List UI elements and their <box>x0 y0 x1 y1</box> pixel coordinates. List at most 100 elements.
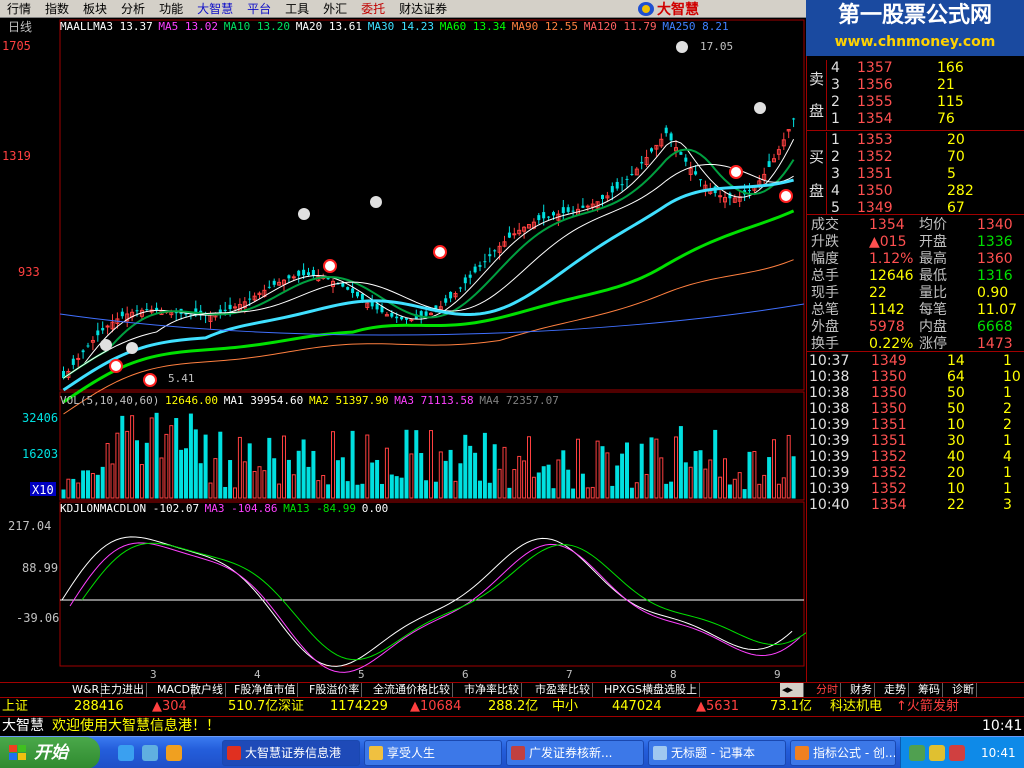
task-gf[interactable]: 广发证券核新... <box>506 740 644 766</box>
ie-icon[interactable] <box>118 745 134 761</box>
tick-row-cell: 1 <box>1003 433 1012 449</box>
tab-pe-compare[interactable]: 市盈率比较 <box>533 683 593 697</box>
stats-row-cell: 0.22% <box>869 336 914 352</box>
menu-tools[interactable]: 工具 <box>278 0 316 18</box>
tray-network-icon[interactable] <box>909 745 925 761</box>
volume-bar <box>443 460 448 499</box>
volume-bar <box>193 429 198 499</box>
sz-label: 深证 <box>278 699 305 714</box>
candle-body <box>86 345 90 347</box>
volume-bar <box>639 443 644 499</box>
side-tab-diagnose[interactable]: 诊断 <box>950 683 977 697</box>
tick-row-cell: 1 <box>1003 385 1012 401</box>
candle-body <box>81 350 85 353</box>
menu-dzh[interactable]: 大智慧 <box>190 0 240 18</box>
vol-legend-item: MA4 72357.07 <box>479 394 558 407</box>
volume-bar <box>350 430 355 499</box>
vol-unit-label: X10 <box>32 483 54 497</box>
candle-body <box>346 287 350 290</box>
tab-fund-nav[interactable]: F股净值市值 <box>232 683 299 697</box>
tick-row-cell: 1352 <box>871 481 907 497</box>
candle-body <box>375 303 379 310</box>
tab-scroll-arrows[interactable]: ◂▸ <box>780 683 804 697</box>
side-tab-chips[interactable]: 筹码 <box>916 683 943 697</box>
stats-row-cell: 1473 <box>977 336 1013 352</box>
candle-body <box>767 161 771 167</box>
task-dzh[interactable]: 大智慧证券信息港 <box>222 740 360 766</box>
menu-sector[interactable]: 板块 <box>76 0 114 18</box>
task-gf-label: 广发证券核新... <box>529 746 613 760</box>
volume-bar <box>267 437 272 499</box>
tray-qq-icon[interactable] <box>929 745 945 761</box>
buy-order-row-cell: 282 <box>947 183 974 199</box>
sell-order-row: 4 1357 166 <box>807 60 1024 76</box>
media-icon[interactable] <box>166 745 182 761</box>
desktop-icon[interactable] <box>142 745 158 761</box>
buy-order-row-cell: 3 <box>831 166 840 182</box>
tab-retail-line[interactable]: 散户线 <box>188 683 226 697</box>
ad-banner[interactable]: 第一股票公式网 www.chnmoney.com <box>806 0 1024 56</box>
x-axis-label: 8 <box>670 668 677 681</box>
start-button[interactable]: 开始 <box>0 737 100 768</box>
tray-security-icon[interactable] <box>949 745 965 761</box>
vol-legend-item: MA1 39954.60 <box>224 394 303 407</box>
smiley-sell-icon <box>370 196 382 208</box>
tick-row-cell: 1349 <box>871 353 907 369</box>
volume-bar <box>404 429 409 499</box>
candle-body <box>444 298 448 303</box>
stats-row-cell: 1340 <box>977 217 1013 233</box>
tab-fund-premium[interactable]: F股溢价率 <box>307 683 363 697</box>
menu-trade[interactable]: 委托 <box>354 0 392 18</box>
tab-hpxgs[interactable]: HPXGS横盘选股上 <box>602 683 700 697</box>
volume-bar <box>218 431 223 499</box>
tick-row-cell: 10:39 <box>809 449 850 465</box>
notepad-icon <box>653 746 667 760</box>
side-tab-finance[interactable]: 财务 <box>848 683 875 697</box>
zx-amount: 73.1亿 <box>770 699 812 714</box>
candle-body <box>488 254 492 257</box>
tray-clock[interactable]: 10:41 <box>981 737 1016 768</box>
stats-row-cell: 1142 <box>869 302 905 318</box>
menu-broker[interactable]: 财达证券 <box>392 0 454 18</box>
task-notepad[interactable]: 无标题 - 记事本 <box>648 740 786 766</box>
menu-function[interactable]: 功能 <box>152 0 190 18</box>
sell-order-row: 2 1355 115 <box>807 94 1024 110</box>
menu-forex[interactable]: 外汇 <box>316 0 354 18</box>
x-axis-label: 3 <box>150 668 157 681</box>
volume-bar <box>698 450 703 499</box>
volume-bar <box>487 482 492 499</box>
menu-analysis[interactable]: 分析 <box>114 0 152 18</box>
vol-legend-item: MA2 51397.90 <box>309 394 388 407</box>
volume-bar <box>272 458 277 499</box>
macd-y-label-high: 217.04 <box>8 519 51 533</box>
menu-quotes[interactable]: 行情 <box>0 0 38 18</box>
tab-pb-compare[interactable]: 市净率比较 <box>462 683 522 697</box>
volume-bar <box>571 488 576 499</box>
kline-chart-area[interactable]: 日线 MAALLMA3 13.37 MA5 13.02 MA10 13.20 MA20… <box>0 18 813 682</box>
tab-main-force[interactable]: 主力进出 <box>98 683 147 697</box>
menu-platform[interactable]: 平台 <box>240 0 278 18</box>
sell-order-row: 1 1354 76 <box>807 111 1024 127</box>
volume-bar <box>747 451 752 499</box>
stats-row-cell: 总笔 <box>811 302 839 318</box>
tick-row-cell: 10 <box>1003 369 1021 385</box>
kline-chart[interactable]: 日线 MAALLMA3 13.37 MA5 13.02 MA10 13.20 MA20… <box>0 18 813 682</box>
index-ticker[interactable]: 上证 288416 ▲304 510.7亿 深证 1174229 ▲10684 … <box>0 697 1024 716</box>
volume-bar <box>482 432 487 499</box>
tick-row-cell: 22 <box>947 497 965 513</box>
volume-bar <box>625 442 629 499</box>
ma-legend-item: MA5 13.02 <box>158 20 218 33</box>
buy-order-row-cell: 4 <box>831 183 840 199</box>
task-formula[interactable]: 指标公式 - 创... <box>790 740 896 766</box>
period-label[interactable]: 日线 <box>8 20 32 34</box>
task-folder[interactable]: 享受人生 <box>364 740 502 766</box>
tick-row-cell: 14 <box>947 353 965 369</box>
macd-legend: KDJLONMACDLON -102.07 MA3 -104.86 MA13 -84… <box>60 502 388 515</box>
zx-change: ▲5631 <box>696 699 740 714</box>
buy-order-row-cell: 1 <box>831 132 840 148</box>
side-tab-intraday[interactable]: 分时 <box>814 683 841 697</box>
menu-index[interactable]: 指数 <box>38 0 76 18</box>
side-tab-trend[interactable]: 走势 <box>882 683 909 697</box>
tab-full-float[interactable]: 全流通价格比较 <box>371 683 453 697</box>
volume-bar <box>649 437 654 499</box>
